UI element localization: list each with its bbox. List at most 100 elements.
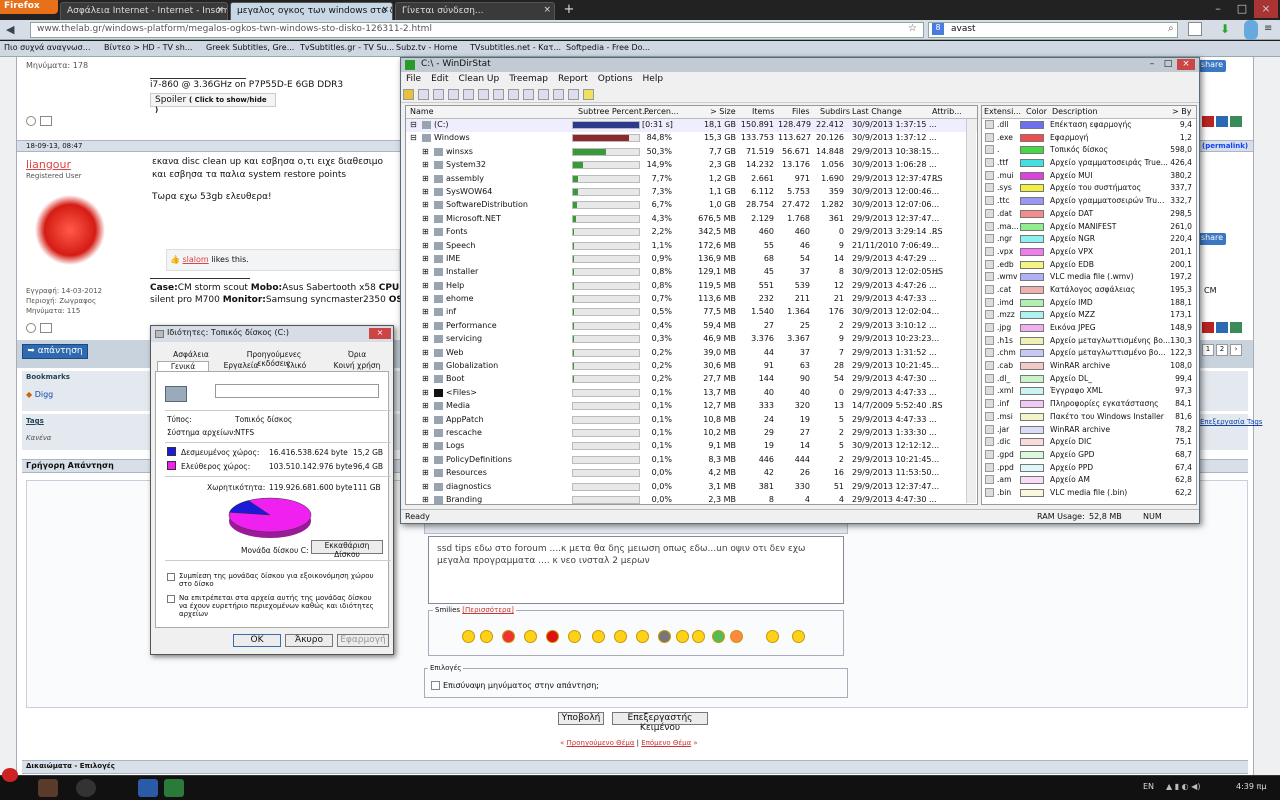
expand-toggle-icon[interactable]: ⊞ [422, 348, 429, 357]
clock[interactable]: 4:39 πμ [1236, 782, 1266, 791]
report-icon[interactable] [40, 323, 52, 333]
expand-toggle-icon[interactable]: ⊞ [422, 401, 429, 410]
report-icon[interactable] [40, 116, 52, 126]
directory-row[interactable]: ⊞ Microsoft.NET 4,3% 676,5 MB 2.129 1.768 361 2… [406, 213, 977, 226]
ok-button[interactable]: OK [233, 634, 281, 647]
directory-row[interactable]: ⊞ servicing 0,3% 46,9 MB 3.376 3.367 9 29/9/201… [406, 333, 977, 346]
tab-sharing[interactable]: Κοινή χρήση [325, 361, 389, 370]
menu-report[interactable]: Report [553, 72, 593, 86]
mad-icon[interactable] [546, 630, 559, 643]
directory-row[interactable]: ⊞ Logs 0,1% 9,1 MB 19 14 5 30/9/2013 12:12:12..… [406, 440, 977, 453]
col-name[interactable]: Name [410, 107, 434, 116]
bookmark-subz[interactable]: Subz.tv - Home [396, 43, 457, 52]
multiquote-icon[interactable] [1216, 322, 1228, 333]
cool-icon[interactable] [592, 630, 605, 643]
extension-row[interactable]: .cab WinRAR archive 108,0 [982, 360, 1196, 373]
col-items[interactable]: Items [752, 107, 774, 116]
bookmark-most-visited[interactable]: Πιο συχνά αναγνωσ... [4, 43, 90, 52]
directory-row[interactable]: ⊟ Windows 84,8% 15,3 GB 133.753 113.627 20.126… [406, 132, 977, 145]
directory-row[interactable]: ⊞ Boot 0,2% 27,7 MB 144 90 54 29/9/2013 4:47:30… [406, 373, 977, 386]
expand-toggle-icon[interactable]: ⊞ [422, 334, 429, 343]
tab-tools[interactable]: Εργαλεία [213, 361, 269, 370]
directory-row[interactable]: ⊞ Resources 0,0% 4,2 MB 42 26 16 29/9/2013 11:5… [406, 467, 977, 480]
start-button-icon[interactable] [2, 768, 18, 782]
expand-toggle-icon[interactable]: ⊞ [422, 428, 429, 437]
zoom-out-icon[interactable] [553, 89, 564, 100]
expand-toggle-icon[interactable]: ⊞ [422, 174, 429, 183]
expand-toggle-icon[interactable]: ⊞ [422, 200, 429, 209]
directory-row[interactable]: ⊞ Performance 0,4% 59,4 MB 27 25 2 29/9/2013 3:… [406, 320, 977, 333]
close-tab-icon[interactable]: × [543, 5, 551, 15]
cmd-icon[interactable] [463, 89, 474, 100]
menu-options[interactable]: Options [593, 72, 638, 86]
directory-row[interactable]: ⊞ SysWOW64 7,3% 1,1 GB 6.112 5.753 359 30/9/201… [406, 186, 977, 199]
extension-row[interactable]: .ttc Αρχείο γραμματοσειρών Tru... 332,7 [982, 195, 1196, 208]
explorer-taskbar-icon[interactable] [38, 779, 58, 797]
edit-tags-link[interactable]: Επεξεργασία Tags [1200, 418, 1262, 426]
apply-button[interactable]: Εφαρμογή [337, 634, 389, 647]
help-icon[interactable] [583, 89, 594, 100]
tab-asfaleia[interactable]: Ασφάλεια Internet - Internet - Insomni..… [60, 2, 228, 20]
addon-icon[interactable] [1244, 20, 1258, 40]
directory-row[interactable]: ⊞ rescache 0,1% 10,2 MB 29 27 2 29/9/2013 1:33:… [406, 427, 977, 440]
bookmark-softpedia[interactable]: Softpedia - Free Do... [566, 43, 650, 52]
expand-toggle-icon[interactable]: ⊞ [422, 455, 429, 464]
share-button[interactable]: share [1198, 233, 1226, 245]
col-subtree-percent[interactable]: Subtree Percent... [578, 107, 650, 116]
tab-quota[interactable]: Όρια [327, 350, 387, 359]
extension-row[interactable]: .inf Πληροφορίες εγκατάστασης 84,1 [982, 398, 1196, 411]
party-icon[interactable] [692, 630, 705, 643]
close-tab-icon[interactable]: × [381, 5, 389, 15]
lightbulb-icon[interactable] [26, 323, 36, 333]
directory-row[interactable]: ⊞ Speech 1,1% 172,6 MB 55 46 9 21/11/2010 7:06:… [406, 240, 977, 253]
expand-toggle-icon[interactable]: ⊞ [422, 227, 429, 236]
directory-row[interactable]: ⊞ System32 14,9% 2,3 GB 14.232 13.176 1.056 30/… [406, 159, 977, 172]
lightbulb-icon[interactable] [26, 116, 36, 126]
close-dialog-icon[interactable]: × [369, 328, 391, 339]
directory-row[interactable]: ⊟ (C:) [0:31 s] 18,1 GB 150.891 128.479 22.412… [406, 119, 977, 133]
directory-row[interactable]: ⊞ Globalization 0,2% 30,6 MB 91 63 28 29/9/2013… [406, 360, 977, 373]
extension-row[interactable]: .ngr Αρχείο NGR 220,4 [982, 233, 1196, 246]
close-window-icon[interactable]: × [1177, 59, 1195, 70]
sick-icon[interactable] [712, 630, 725, 643]
search-input[interactable]: avast [928, 22, 1178, 38]
directory-row[interactable]: ⊞ AppPatch 0,1% 10,8 MB 24 19 5 29/9/2013 4:47:… [406, 414, 977, 427]
directory-row[interactable]: ⊞ Web 0,2% 39,0 MB 44 37 7 29/9/2013 1:31:52 ..… [406, 347, 977, 360]
rolleyes-icon[interactable] [676, 630, 689, 643]
reply-button[interactable]: ➥ απάντηση [22, 344, 88, 359]
expand-toggle-icon[interactable]: ⊞ [422, 374, 429, 383]
menu-clean-up[interactable]: Clean Up [454, 72, 505, 86]
extension-row[interactable]: .bin VLC media file (.bin) 62,2 [982, 487, 1196, 500]
menu-file[interactable]: File [401, 72, 426, 86]
bookmark-star-icon[interactable]: ☆ [908, 23, 917, 34]
search-go-icon[interactable]: ⌕ [1168, 23, 1174, 34]
col-color[interactable]: Color [1026, 107, 1047, 116]
expand-toggle-icon[interactable]: ⊞ [422, 214, 429, 223]
list-scrollbar[interactable] [966, 119, 976, 503]
bookmark-video-hd[interactable]: Βίντεο > HD - TV sh... [104, 43, 192, 52]
download-icon[interactable]: ⬇ [1220, 22, 1230, 36]
refresh-icon[interactable] [418, 89, 429, 100]
extension-row[interactable]: .ma... Αρχείο MANIFEST 261,0 [982, 221, 1196, 234]
zoom-in-icon[interactable] [538, 89, 549, 100]
col-subdirs[interactable]: Subdirs [820, 107, 850, 116]
extension-row[interactable]: .ppd Αρχείο PPD 67,4 [982, 462, 1196, 475]
copy-icon[interactable] [433, 89, 444, 100]
dance-icon[interactable] [792, 630, 805, 643]
like-user-link[interactable]: slalom [183, 255, 209, 264]
compress-checkbox[interactable] [167, 573, 175, 581]
close-window-icon[interactable]: × [1254, 0, 1278, 18]
multiquote-icon[interactable] [1216, 116, 1228, 127]
extension-row[interactable]: .am Αρχείο AM 62,8 [982, 474, 1196, 487]
col-description[interactable]: Description [1052, 107, 1098, 116]
prev-thread-link[interactable]: Προηγούμενο Θέμα [567, 739, 635, 747]
extension-row[interactable]: .mzz Αρχείο MZZ 173,1 [982, 309, 1196, 322]
spoiler-box[interactable]: Spoiler ( Click to show/hide ) [150, 93, 276, 114]
extension-row[interactable]: .dll Επέκταση εφαρμογής 9,4 [982, 119, 1196, 132]
directory-row[interactable]: ⊞ winsxs 50,3% 7,7 GB 71.519 56.671 14.848 29/9… [406, 146, 977, 159]
quote-icon[interactable] [1202, 322, 1214, 333]
grin-icon[interactable] [480, 630, 493, 643]
extension-list[interactable]: Extensi... Color Description > By .dll Επ… [981, 105, 1197, 505]
tab-connecting[interactable]: Γίνεται σύνδεση... × [395, 2, 555, 20]
expand-toggle-icon[interactable]: ⊞ [422, 281, 429, 290]
